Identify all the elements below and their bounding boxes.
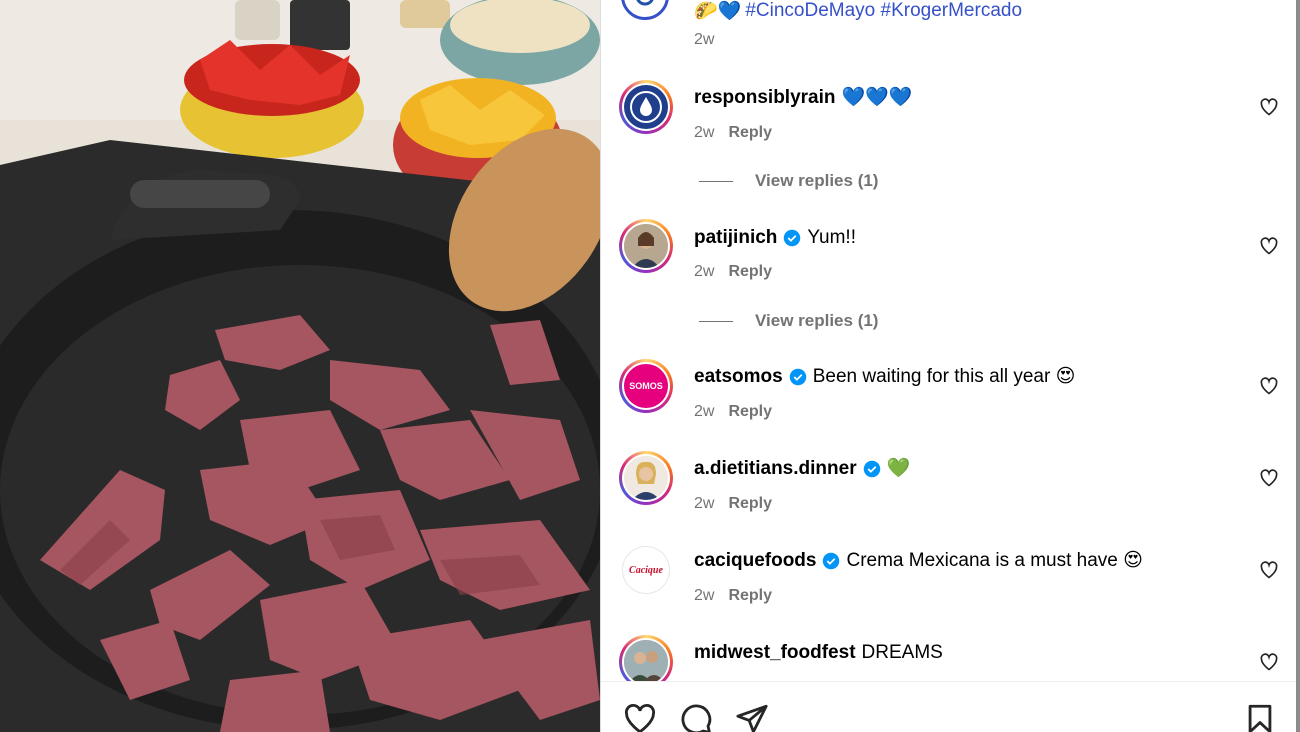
- comment-username[interactable]: responsiblyrain: [694, 86, 836, 110]
- comment-username[interactable]: a.dietitians.dinner: [694, 457, 857, 481]
- timestamp: 2w: [694, 263, 715, 280]
- verified-badge-icon: [789, 368, 806, 386]
- comment-avatar[interactable]: [619, 80, 673, 134]
- kroger-logo-icon: [627, 0, 663, 14]
- like-comment-heart-icon[interactable]: [1259, 560, 1279, 580]
- comment-text: Yum!!: [807, 227, 856, 248]
- comment-avatar[interactable]: [619, 451, 673, 505]
- view-replies-label: View replies (1): [755, 311, 879, 330]
- comment-meta: 2w Reply: [694, 124, 772, 142]
- comment-text: Crema Mexicana is a must have 😍: [846, 550, 1143, 571]
- reply-button[interactable]: Reply: [728, 263, 772, 280]
- save-icon[interactable]: [1243, 702, 1277, 732]
- comment-meta: 2w Reply: [694, 495, 772, 513]
- like-comment-heart-icon[interactable]: [1259, 97, 1279, 117]
- profile-photo-icon: [624, 640, 668, 681]
- reply-button[interactable]: Reply: [728, 124, 772, 141]
- comment-avatar[interactable]: SOMOS: [619, 359, 673, 413]
- comment-text: Been waiting for this all year 😍: [812, 366, 1076, 387]
- comment-meta: 2w Reply: [694, 403, 772, 421]
- comment-line: caciquefoods Crema Mexicana is a must ha…: [694, 549, 1143, 573]
- view-replies-label: View replies (1): [755, 171, 879, 190]
- comment-meta: 2w Reply: [694, 587, 772, 605]
- hashtag-link[interactable]: #CincoDeMayo #KrogerMercado: [745, 0, 1022, 22]
- verified-badge-icon: [823, 552, 840, 570]
- like-comment-heart-icon[interactable]: [1259, 468, 1279, 488]
- comments-list[interactable]: 🌮💙 #CincoDeMayo #KrogerMercado 2w respon…: [601, 0, 1297, 681]
- comments-panel: 🌮💙 #CincoDeMayo #KrogerMercado 2w respon…: [600, 0, 1300, 732]
- comment-line: responsiblyrain 💙💙💙: [694, 86, 912, 110]
- caption-hashtags[interactable]: 🌮💙 #CincoDeMayo #KrogerMercado: [694, 0, 1022, 23]
- comment-line: patijinich Yum!!: [694, 226, 856, 250]
- like-comment-heart-icon[interactable]: [1259, 652, 1279, 672]
- post-author-avatar[interactable]: [621, 0, 669, 20]
- reply-button[interactable]: Reply: [728, 495, 772, 512]
- timestamp: 2w: [694, 124, 715, 141]
- comment-line: a.dietitians.dinner 💚: [694, 457, 910, 481]
- replies-divider: [699, 320, 733, 322]
- like-icon[interactable]: [623, 702, 657, 732]
- somos-logo: SOMOS: [629, 381, 663, 391]
- reply-button[interactable]: Reply: [728, 587, 772, 604]
- timestamp: 2w: [694, 495, 715, 512]
- like-comment-heart-icon[interactable]: [1259, 376, 1279, 396]
- post-image: [0, 0, 600, 732]
- caption-emoji: 🌮💙: [694, 1, 742, 22]
- verified-badge-icon: [784, 229, 801, 247]
- comment-text: 💚: [886, 458, 911, 479]
- window-edge: [1296, 0, 1300, 732]
- timestamp: 2w: [694, 403, 715, 420]
- caption-time: 2w: [694, 31, 714, 49]
- comment-text: DREAMS: [861, 642, 943, 663]
- comment-meta: 2w Reply: [694, 263, 772, 281]
- timestamp: 2w: [694, 587, 715, 604]
- comment-line: eatsomos Been waiting for this all year …: [694, 365, 1075, 389]
- profile-photo-icon: [624, 224, 668, 268]
- comment-username[interactable]: caciquefoods: [694, 549, 816, 573]
- water-drop-icon: [630, 91, 662, 123]
- reply-button[interactable]: Reply: [728, 403, 772, 420]
- profile-photo-icon: [624, 456, 668, 500]
- post-media[interactable]: [0, 0, 600, 732]
- comment-text: 💙💙💙: [841, 87, 913, 108]
- post-action-bar: [601, 681, 1297, 732]
- comment-line: midwest_foodfest DREAMS: [694, 641, 943, 665]
- timestamp: 2w: [694, 31, 715, 48]
- cacique-logo: Cacique: [629, 564, 663, 576]
- comment-avatar[interactable]: [619, 635, 673, 681]
- comment-username[interactable]: midwest_foodfest: [694, 641, 856, 665]
- like-comment-heart-icon[interactable]: [1259, 236, 1279, 256]
- comment-icon[interactable]: [679, 702, 713, 732]
- verified-badge-icon: [863, 460, 880, 478]
- view-replies-button[interactable]: View replies (1): [699, 311, 878, 331]
- comment-avatar[interactable]: Cacique: [622, 546, 670, 594]
- comment-username[interactable]: patijinich: [694, 226, 777, 250]
- view-replies-button[interactable]: View replies (1): [699, 171, 878, 191]
- comment-username[interactable]: eatsomos: [694, 365, 783, 389]
- replies-divider: [699, 180, 733, 182]
- comment-avatar[interactable]: [619, 219, 673, 273]
- share-icon[interactable]: [735, 702, 769, 732]
